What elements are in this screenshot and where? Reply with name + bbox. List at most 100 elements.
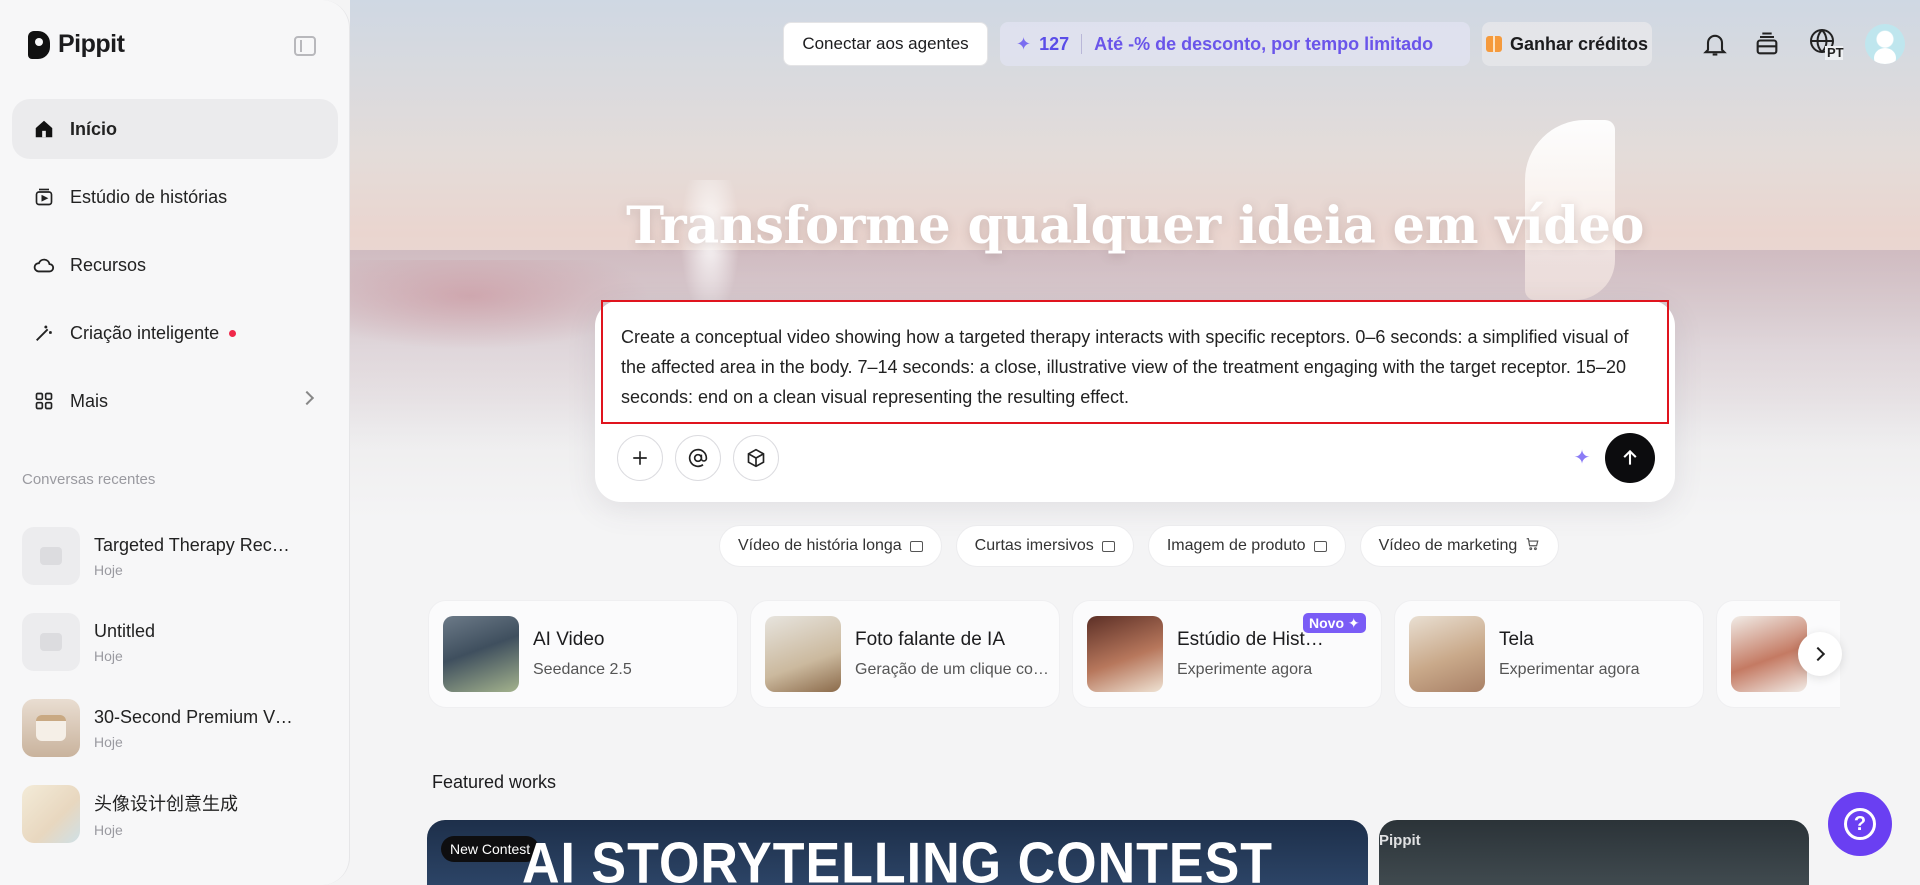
credits-count: 127 — [1039, 33, 1070, 54]
feature-subtitle: Seedance 2.5 — [533, 661, 632, 678]
cloud-icon — [32, 253, 56, 277]
conversation-thumbnail — [22, 785, 80, 843]
conversation-date: Hoje — [94, 647, 123, 664]
add-attachment-button[interactable] — [617, 435, 663, 481]
home-icon — [32, 117, 56, 141]
feature-name: AI Video — [533, 629, 605, 650]
send-button[interactable] — [1605, 433, 1655, 483]
sidebar-item-home[interactable]: Início — [12, 99, 338, 159]
help-icon: ? — [1844, 808, 1876, 840]
conversation-name: 头像设计创意生成 — [94, 794, 238, 814]
list-item[interactable]: Untitled Hoje — [22, 599, 332, 685]
feature-name: Foto falante de IA — [855, 629, 1005, 650]
list-item[interactable]: Targeted Therapy Receptor Video Hoje — [22, 513, 332, 599]
feature-card-ai-video[interactable]: AI Video Seedance 2.5 — [428, 600, 738, 708]
sidebar-item-resources[interactable]: Recursos — [12, 235, 338, 295]
prompt-box: Create a conceptual video showing how a … — [595, 300, 1675, 502]
recent-conversations-list: Targeted Therapy Receptor Video Hoje Unt… — [22, 513, 332, 857]
quick-chips: Vídeo de história longa Curtas imersivos… — [719, 525, 1560, 567]
new-badge-label: Novo — [1309, 615, 1344, 631]
recent-conversations-title: Conversas recentes — [22, 471, 156, 488]
prompt-input[interactable]: Create a conceptual video showing how a … — [601, 300, 1669, 424]
language-globe-icon[interactable]: PT — [1805, 26, 1845, 62]
image-icon — [1313, 540, 1327, 552]
language-code: PT — [1827, 45, 1844, 60]
feature-subtitle: Experimentar agora — [1499, 661, 1640, 678]
credits-promo-pill[interactable]: ✦ 127 Até -% de desconto, por tempo limi… — [1000, 22, 1470, 66]
chevron-right-icon — [299, 390, 315, 406]
cart-icon — [1525, 537, 1540, 556]
earn-credits-button[interactable]: Ganhar créditos — [1482, 22, 1652, 66]
carousel-next-button[interactable] — [1798, 632, 1842, 676]
feature-thumbnail — [1731, 616, 1807, 692]
earn-credits-label: Ganhar créditos — [1509, 33, 1649, 54]
divider — [1081, 34, 1083, 54]
list-item[interactable]: 30-Second Premium Video Hoje — [22, 685, 332, 771]
prompt-tools — [617, 435, 779, 481]
contest-title: AI STORYTELLING CONTEST — [521, 832, 1274, 885]
avatar[interactable] — [1865, 24, 1905, 64]
feature-thumbnail — [443, 616, 519, 692]
video-icon — [909, 540, 923, 552]
chat-bubble-icon — [22, 613, 80, 671]
conversation-date: Hoje — [94, 822, 123, 838]
feature-carousel: AI Video Seedance 2.5 Foto falante de IA… — [428, 600, 1840, 708]
sparkle-icon[interactable]: ✦ — [1570, 445, 1594, 469]
chip-immersive-shorts[interactable]: Curtas imersivos — [955, 525, 1134, 567]
feature-thumbnail — [765, 616, 841, 692]
chip-label: Imagem de produto — [1166, 537, 1306, 554]
sidebar-item-label: Mais — [70, 390, 109, 411]
feature-card-story-studio[interactable]: Estúdio de Histórias Experimente agora N… — [1072, 600, 1382, 708]
pippit-logo-icon — [28, 30, 50, 59]
chip-label: Curtas imersivos — [974, 537, 1094, 554]
logo-text: Pippit — [58, 30, 125, 58]
feature-thumbnail — [1087, 616, 1163, 692]
sidebar-collapse-icon[interactable] — [294, 36, 316, 56]
feature-subtitle: Experimente agora — [1177, 661, 1313, 678]
conversation-name: 30-Second Premium Video — [94, 706, 294, 727]
play-icon — [1101, 540, 1115, 552]
featured-works-title: Featured works — [432, 772, 557, 792]
list-item[interactable]: 头像设计创意生成 Hoje — [22, 771, 332, 857]
chip-marketing-video[interactable]: Vídeo de marketing — [1359, 525, 1560, 567]
subscription-icon[interactable] — [1749, 26, 1785, 62]
logo[interactable]: Pippit — [28, 30, 125, 59]
sidebar-item-label: Criação inteligente — [70, 322, 220, 343]
magic-wand-icon — [32, 321, 56, 345]
conversation-date: Hoje — [94, 733, 123, 750]
pippit-watermark: Pippit — [1379, 832, 1421, 849]
conversation-date: Hoje — [94, 561, 123, 578]
featured-work-contest[interactable]: New Contest AI STORYTELLING CONTEST — [427, 820, 1368, 885]
feature-name: Tela — [1499, 629, 1534, 650]
new-badge: Novo ✦ — [1303, 613, 1366, 633]
chip-label: Vídeo de história longa — [738, 537, 902, 554]
chat-bubble-icon — [22, 527, 80, 585]
chip-label: Vídeo de marketing — [1378, 537, 1518, 554]
story-studio-icon — [32, 185, 56, 209]
featured-work-side[interactable]: Pippit — [1379, 820, 1809, 885]
feature-card-talking-photo[interactable]: Foto falante de IA Geração de um clique … — [750, 600, 1060, 708]
help-button[interactable]: ? — [1828, 792, 1892, 856]
connect-agents-button[interactable]: Conectar aos agentes — [783, 22, 988, 66]
sidebar: Pippit Início Estúdio de histórias Recur… — [0, 0, 350, 885]
chip-long-story-video[interactable]: Vídeo de história longa — [719, 525, 942, 567]
cube-icon[interactable] — [733, 435, 779, 481]
sidebar-item-label: Recursos — [70, 254, 147, 275]
grid-icon — [32, 389, 56, 413]
notification-dot — [229, 329, 237, 337]
promo-text: Até -% de desconto, por tempo limitado — [1094, 33, 1434, 54]
sparkle-icon: ✦ — [1016, 33, 1032, 54]
sidebar-item-smart-creation[interactable]: Criação inteligente — [12, 303, 338, 363]
sidebar-item-more[interactable]: Mais — [12, 371, 338, 431]
mention-button[interactable] — [675, 435, 721, 481]
chip-product-image[interactable]: Imagem de produto — [1147, 525, 1346, 567]
bell-icon[interactable] — [1697, 26, 1733, 62]
sidebar-item-story-studio[interactable]: Estúdio de histórias — [12, 167, 338, 227]
feature-card-canvas[interactable]: Tela Experimentar agora — [1394, 600, 1704, 708]
gift-icon — [1485, 36, 1502, 52]
feature-thumbnail — [1409, 616, 1485, 692]
sidebar-item-label: Estúdio de histórias — [70, 186, 228, 207]
conversation-name: Untitled — [94, 620, 156, 641]
sidebar-nav: Início Estúdio de histórias Recursos Cri… — [12, 99, 338, 439]
conversation-thumbnail — [22, 699, 80, 757]
